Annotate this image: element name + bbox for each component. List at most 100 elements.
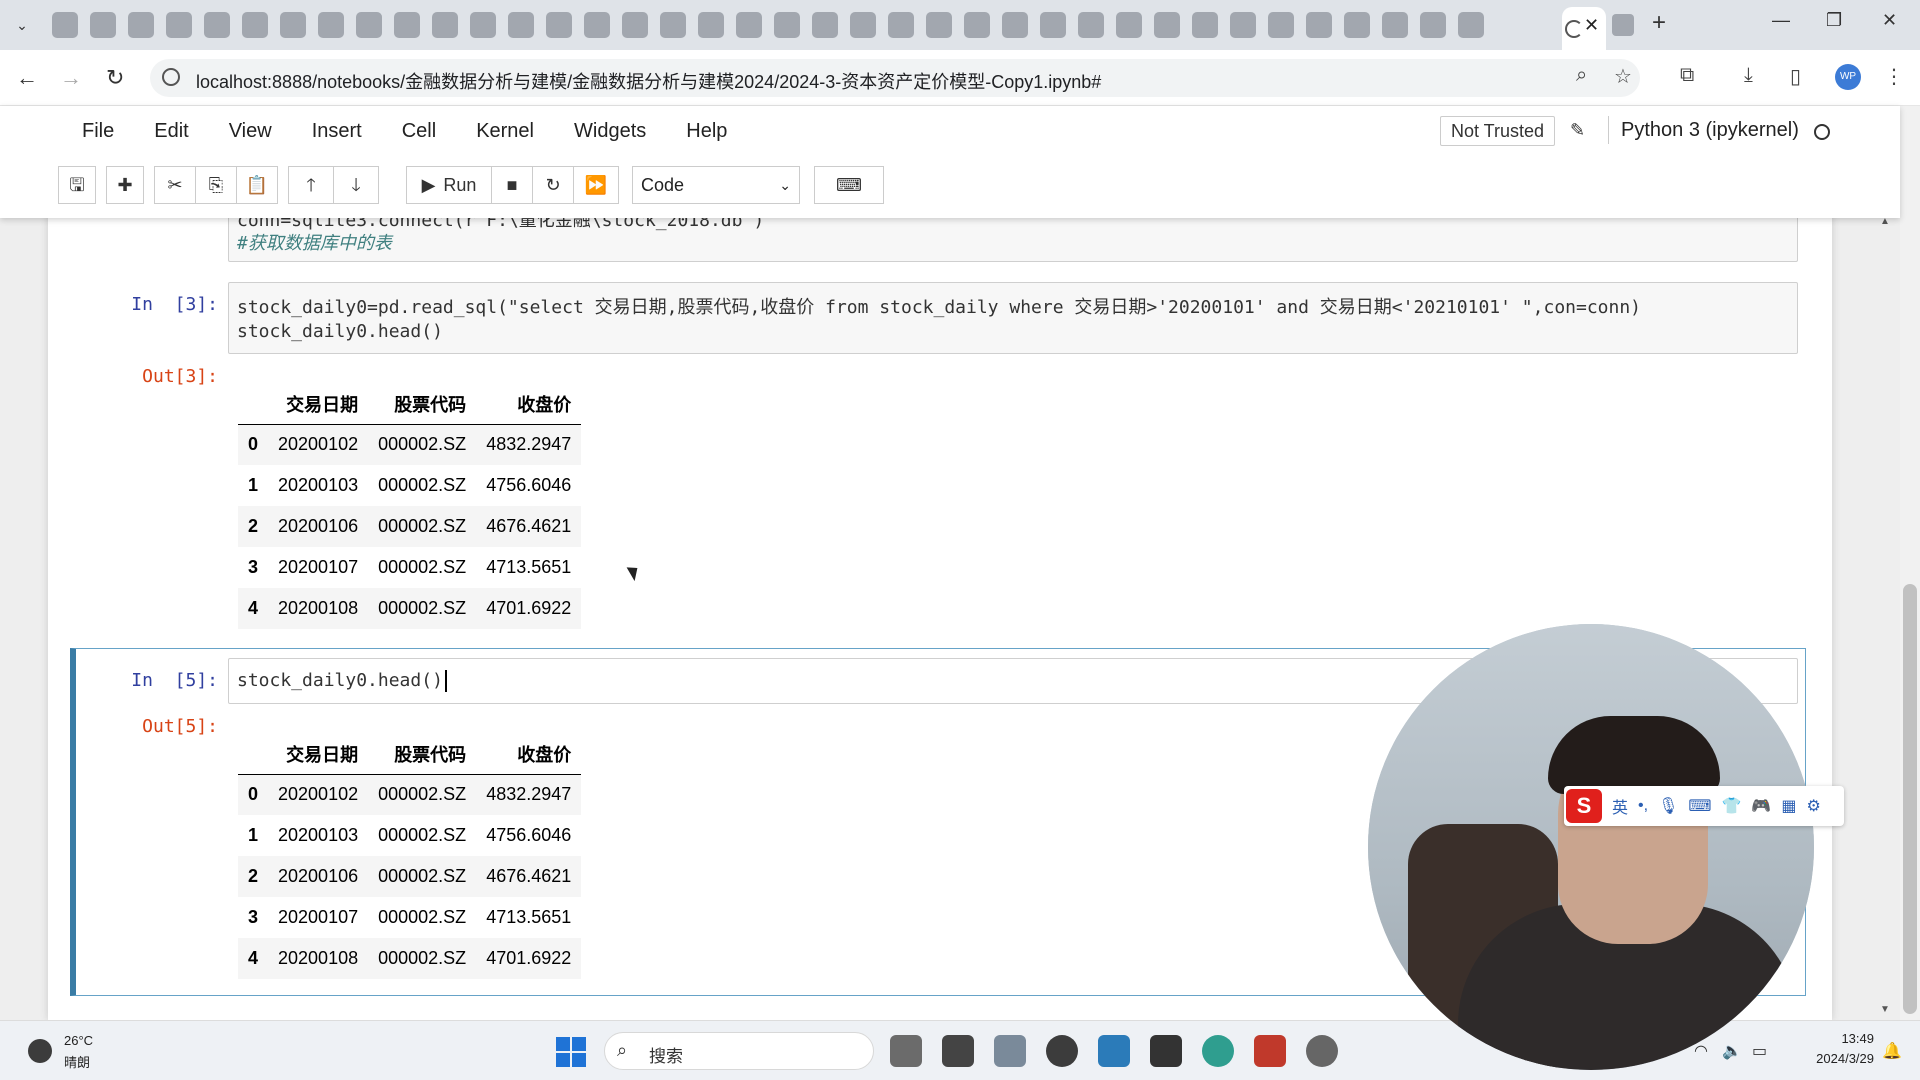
sidebar-icon[interactable]: ▯ [1790,64,1801,89]
minimize-icon[interactable]: — [1772,10,1790,31]
maximize-icon[interactable]: ❐ [1826,10,1842,31]
tab-favicon[interactable] [508,12,534,38]
copy-button[interactable]: ⎘ [195,166,237,204]
site-info-icon[interactable] [162,68,180,86]
tab-favicon[interactable] [1382,12,1408,38]
gamepad-icon[interactable]: 🎮 [1751,796,1771,816]
toolbox-icon[interactable]: ▦ [1781,796,1796,816]
bookmark-star-icon[interactable]: ☆ [1614,64,1632,89]
chrome-icon[interactable] [1046,1035,1078,1067]
wps-icon[interactable] [1254,1035,1286,1067]
tab-favicon[interactable] [1306,12,1332,38]
tab-favicon[interactable] [1230,12,1256,38]
tab-favicon[interactable] [660,12,686,38]
tab-favicon[interactable] [736,12,762,38]
tab-favicon[interactable] [128,12,154,38]
browser-menu-icon[interactable]: ⋮ [1884,64,1904,89]
tab-favicon[interactable] [1040,12,1066,38]
sogou-ime-logo[interactable]: S [1566,789,1602,823]
weather-condition[interactable]: 晴朗 [64,1052,90,1071]
menu-edit[interactable]: Edit [134,118,208,144]
tab-favicon[interactable] [1154,12,1180,38]
tab-favicon[interactable] [1192,12,1218,38]
menu-widgets[interactable]: Widgets [554,118,666,144]
microphone-icon[interactable]: 🎙 [1658,796,1678,816]
taskbar-search[interactable]: ⌕ 搜索 [604,1032,874,1070]
tab-favicon[interactable] [1116,12,1142,38]
app-icon[interactable] [942,1035,974,1067]
ime-language-toggle[interactable]: 英 [1612,794,1628,818]
keyboard-icon[interactable]: ⌨ [1688,796,1711,816]
tab-favicon[interactable] [926,12,952,38]
tab-favicon[interactable] [850,12,876,38]
tab-favicon[interactable] [280,12,306,38]
tab-favicon[interactable] [52,12,78,38]
menu-kernel[interactable]: Kernel [456,118,554,144]
tab-favicon[interactable] [622,12,648,38]
tab-favicon[interactable] [698,12,724,38]
file-explorer-icon[interactable] [994,1035,1026,1067]
tab-favicon[interactable] [888,12,914,38]
interrupt-button[interactable]: ■ [491,166,533,204]
tab-favicon[interactable] [1078,12,1104,38]
tab-favicon[interactable] [546,12,572,38]
code-editor[interactable]: stock_daily0=pd.read_sql("select 交易日期,股票… [228,282,1798,354]
tab-search-menu-icon[interactable]: ⌄ [10,13,34,37]
tab-favicon[interactable] [964,12,990,38]
reload-icon[interactable]: ↻ [106,64,124,92]
url-text[interactable]: localhost:8888/notebooks/金融数据分析与建模/金融数据分… [196,68,1101,94]
url-field[interactable]: localhost:8888/notebooks/金融数据分析与建模/金融数据分… [150,59,1640,97]
tab-favicon[interactable] [584,12,610,38]
notification-bell-icon[interactable]: 🔔 [1882,1041,1902,1061]
paste-button[interactable]: 📋 [236,166,278,204]
zoom-icon[interactable]: ⌕ [1576,64,1587,87]
terminal-icon[interactable] [1150,1035,1182,1067]
insert-cell-button[interactable]: ✚ [106,166,144,204]
restart-button[interactable]: ↻ [532,166,574,204]
cell-type-select[interactable]: Code ⌄ [632,166,800,204]
punctuation-icon[interactable]: •, [1638,797,1648,815]
weather-temperature[interactable]: 26°C [64,1033,93,1048]
settings-gear-icon[interactable]: ⚙ [1806,796,1820,816]
menu-view[interactable]: View [209,118,292,144]
scrollbar-thumb[interactable] [1903,584,1917,1014]
download-icon[interactable]: ⤓ [1744,64,1753,87]
tab-favicon[interactable] [470,12,496,38]
menu-insert[interactable]: Insert [292,118,382,144]
back-icon[interactable]: ← [16,64,38,92]
extensions-icon[interactable]: ⧉ [1680,64,1694,87]
tab-favicon[interactable] [356,12,382,38]
close-tab-icon[interactable]: ✕ [1584,15,1599,36]
edit-pencil-icon[interactable]: ✎ [1570,120,1585,141]
move-down-button[interactable]: 🡓 [333,166,379,204]
tab-favicon[interactable] [1612,14,1634,36]
save-button[interactable]: 🖫 [58,166,96,204]
trust-status-button[interactable]: Not Trusted [1440,116,1556,146]
tab-favicon[interactable] [1344,12,1370,38]
tab-favicon[interactable] [394,12,420,38]
menu-cell[interactable]: Cell [382,118,456,144]
page-scrollbar[interactable] [1900,106,1920,1020]
move-up-button[interactable]: 🡑 [288,166,334,204]
windows-start-icon[interactable] [556,1037,586,1067]
tab-favicon[interactable] [166,12,192,38]
active-tab[interactable]: ✕ [1562,7,1606,50]
tab-favicon[interactable] [1458,12,1484,38]
app-icon[interactable] [1202,1035,1234,1067]
forward-icon[interactable]: → [60,64,82,92]
skin-icon[interactable]: 👕 [1721,796,1741,816]
profile-avatar[interactable]: WP [1835,64,1861,90]
tab-favicon[interactable] [1268,12,1294,38]
tab-favicon[interactable] [242,12,268,38]
scroll-down-icon[interactable]: ▼ [1880,1004,1890,1015]
file-manager-icon[interactable] [890,1035,922,1067]
tab-favicon[interactable] [90,12,116,38]
weather-icon[interactable] [28,1039,52,1063]
run-button[interactable]: ▶ Run [406,166,492,204]
menu-file[interactable]: File [62,118,134,144]
tab-favicon[interactable] [1420,12,1446,38]
tab-favicon[interactable] [812,12,838,38]
app-icon[interactable] [1306,1035,1338,1067]
restart-run-all-button[interactable]: ⏩ [573,166,619,204]
tab-favicon[interactable] [204,12,230,38]
